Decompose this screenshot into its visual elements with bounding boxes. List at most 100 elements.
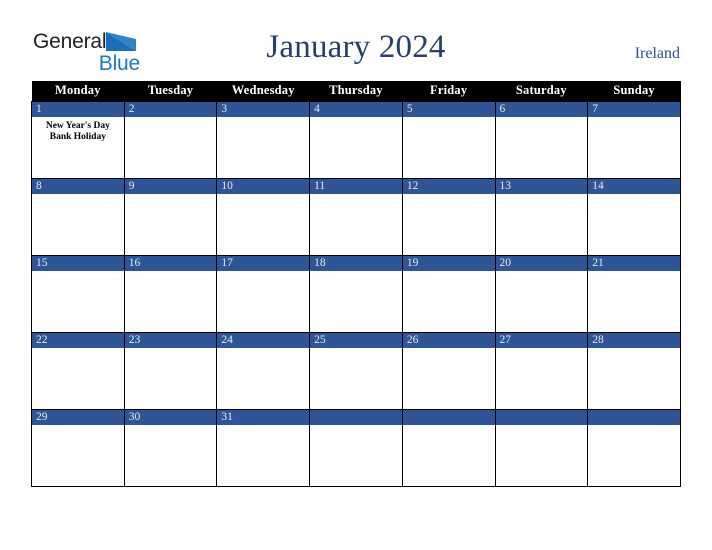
day-events: [403, 348, 495, 352]
day-number: 9: [124, 178, 217, 194]
calendar-day-cell[interactable]: 5: [401, 100, 496, 179]
day-events: [588, 271, 680, 275]
calendar-day-cell[interactable]: 28: [587, 331, 681, 410]
day-events: [32, 271, 124, 275]
day-events: [125, 194, 217, 198]
weekday-header-tuesday: Tuesday: [124, 81, 217, 101]
day-number: 13: [495, 178, 588, 194]
day-number: 4: [310, 101, 402, 117]
calendar-day-cell[interactable]: 17: [216, 254, 311, 333]
day-number: [588, 409, 680, 425]
day-number: 1: [32, 101, 124, 117]
calendar-day-cell[interactable]: 3: [216, 100, 311, 179]
day-number: 25: [310, 332, 402, 348]
day-number: 24: [217, 332, 310, 348]
day-number: 16: [124, 255, 217, 271]
day-events: [310, 117, 402, 121]
calendar-day-cell[interactable]: 8: [31, 177, 125, 256]
day-events: [125, 348, 217, 352]
calendar-day-cell[interactable]: 27: [494, 331, 589, 410]
calendar-day-cell[interactable]: 14: [587, 177, 681, 256]
day-number: 11: [310, 178, 402, 194]
weekday-header-thursday: Thursday: [309, 81, 403, 101]
day-events: [217, 348, 309, 352]
day-number: 2: [124, 101, 217, 117]
calendar-week-row: 8 9 10 11 12 13 14: [31, 177, 681, 256]
calendar-day-cell[interactable]: 15: [31, 254, 125, 333]
day-events: [32, 425, 124, 429]
day-events: [403, 194, 495, 198]
calendar-day-cell[interactable]: 23: [123, 331, 218, 410]
day-number: 10: [217, 178, 310, 194]
calendar-day-cell[interactable]: 9: [123, 177, 218, 256]
calendar-day-cell[interactable]: 1 New Year's Day Bank Holiday: [31, 100, 125, 179]
calendar-day-cell[interactable]: 31: [216, 408, 311, 487]
day-number: 18: [310, 255, 402, 271]
event-label: Bank Holiday: [49, 132, 106, 142]
calendar-day-cell[interactable]: 10: [216, 177, 311, 256]
day-events: [496, 194, 588, 198]
day-number: 26: [402, 332, 495, 348]
calendar-day-cell[interactable]: 21: [587, 254, 681, 333]
calendar-day-cell[interactable]: 26: [401, 331, 496, 410]
day-events: [588, 194, 680, 198]
calendar-day-cell[interactable]: 13: [494, 177, 589, 256]
day-events: [588, 117, 680, 121]
day-events: [32, 348, 124, 352]
day-events: [588, 348, 680, 352]
day-events: [125, 117, 217, 121]
calendar-grid: Monday Tuesday Wednesday Thursday Friday…: [31, 81, 681, 487]
calendar-day-cell[interactable]: 19: [401, 254, 496, 333]
calendar-body: 1 New Year's Day Bank Holiday 2 3 4 5 6 7 8 9 10 11 1…: [31, 100, 681, 487]
day-events: [125, 425, 217, 429]
day-events: [217, 117, 309, 121]
calendar-day-cell[interactable]: 25: [309, 331, 403, 410]
day-events: [310, 271, 402, 275]
weekday-header-wednesday: Wednesday: [216, 81, 310, 101]
calendar-day-cell[interactable]: 20: [494, 254, 589, 333]
weekday-header-friday: Friday: [402, 81, 496, 101]
day-events: [403, 117, 495, 121]
day-events: [403, 425, 495, 429]
calendar-day-cell[interactable]: 29: [31, 408, 125, 487]
page-header: General Blue January 2024 Ireland: [0, 0, 712, 78]
calendar-empty-cell: [309, 408, 403, 487]
day-number: 30: [124, 409, 217, 425]
calendar-day-cell[interactable]: 4: [309, 100, 403, 179]
day-events: [403, 271, 495, 275]
day-events: [496, 348, 588, 352]
weekday-header-saturday: Saturday: [495, 81, 588, 101]
calendar-day-cell[interactable]: 24: [216, 331, 311, 410]
day-events: [310, 425, 402, 429]
day-number: 22: [32, 332, 124, 348]
calendar-empty-cell: [401, 408, 496, 487]
day-events: [310, 348, 402, 352]
day-number: 8: [32, 178, 124, 194]
calendar-week-row: 15 16 17 18 19 20 21: [31, 254, 681, 333]
day-number: 31: [217, 409, 310, 425]
calendar-day-cell[interactable]: 2: [123, 100, 218, 179]
day-events: [496, 117, 588, 121]
calendar-day-cell[interactable]: 11: [309, 177, 403, 256]
calendar-day-cell[interactable]: 18: [309, 254, 403, 333]
day-events: [496, 271, 588, 275]
country-label: Ireland: [634, 45, 680, 62]
calendar-day-cell[interactable]: 22: [31, 331, 125, 410]
day-number: 3: [217, 101, 310, 117]
page-title: January 2024: [266, 29, 446, 65]
calendar-page: General Blue January 2024 Ireland Monday…: [0, 0, 712, 550]
day-events: [310, 194, 402, 198]
calendar-day-cell[interactable]: 12: [401, 177, 496, 256]
day-number: 14: [588, 178, 680, 194]
calendar-day-cell[interactable]: 30: [123, 408, 218, 487]
calendar-day-cell[interactable]: 6: [494, 100, 589, 179]
event-label: New Year's Day: [45, 120, 110, 131]
calendar-day-cell[interactable]: 16: [123, 254, 218, 333]
day-events: [32, 194, 124, 198]
day-events: [125, 271, 217, 275]
day-number: [495, 409, 588, 425]
day-number: 20: [495, 255, 588, 271]
day-events: [217, 194, 309, 198]
day-number: 12: [402, 178, 495, 194]
calendar-day-cell[interactable]: 7: [587, 100, 681, 179]
